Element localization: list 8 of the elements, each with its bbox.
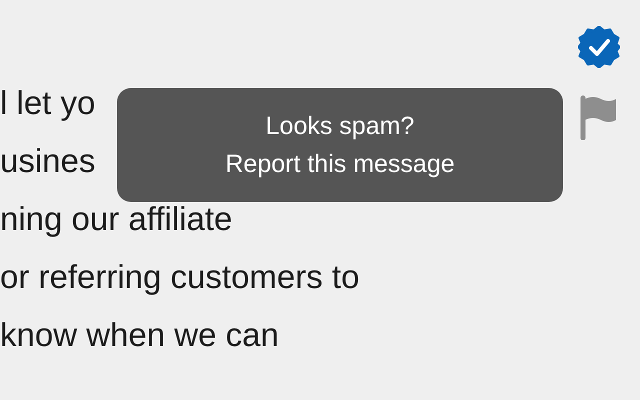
message-text: usines	[0, 142, 96, 180]
tooltip-text: Report this message	[225, 149, 455, 180]
tooltip-text: Looks spam?	[266, 111, 414, 142]
message-text: l let yo	[0, 84, 96, 122]
message-text: know when we can	[0, 316, 279, 354]
flag-icon[interactable]	[580, 94, 618, 140]
message-text: or referring customers to	[0, 258, 360, 296]
message-text: ning our affiliate	[0, 200, 232, 238]
